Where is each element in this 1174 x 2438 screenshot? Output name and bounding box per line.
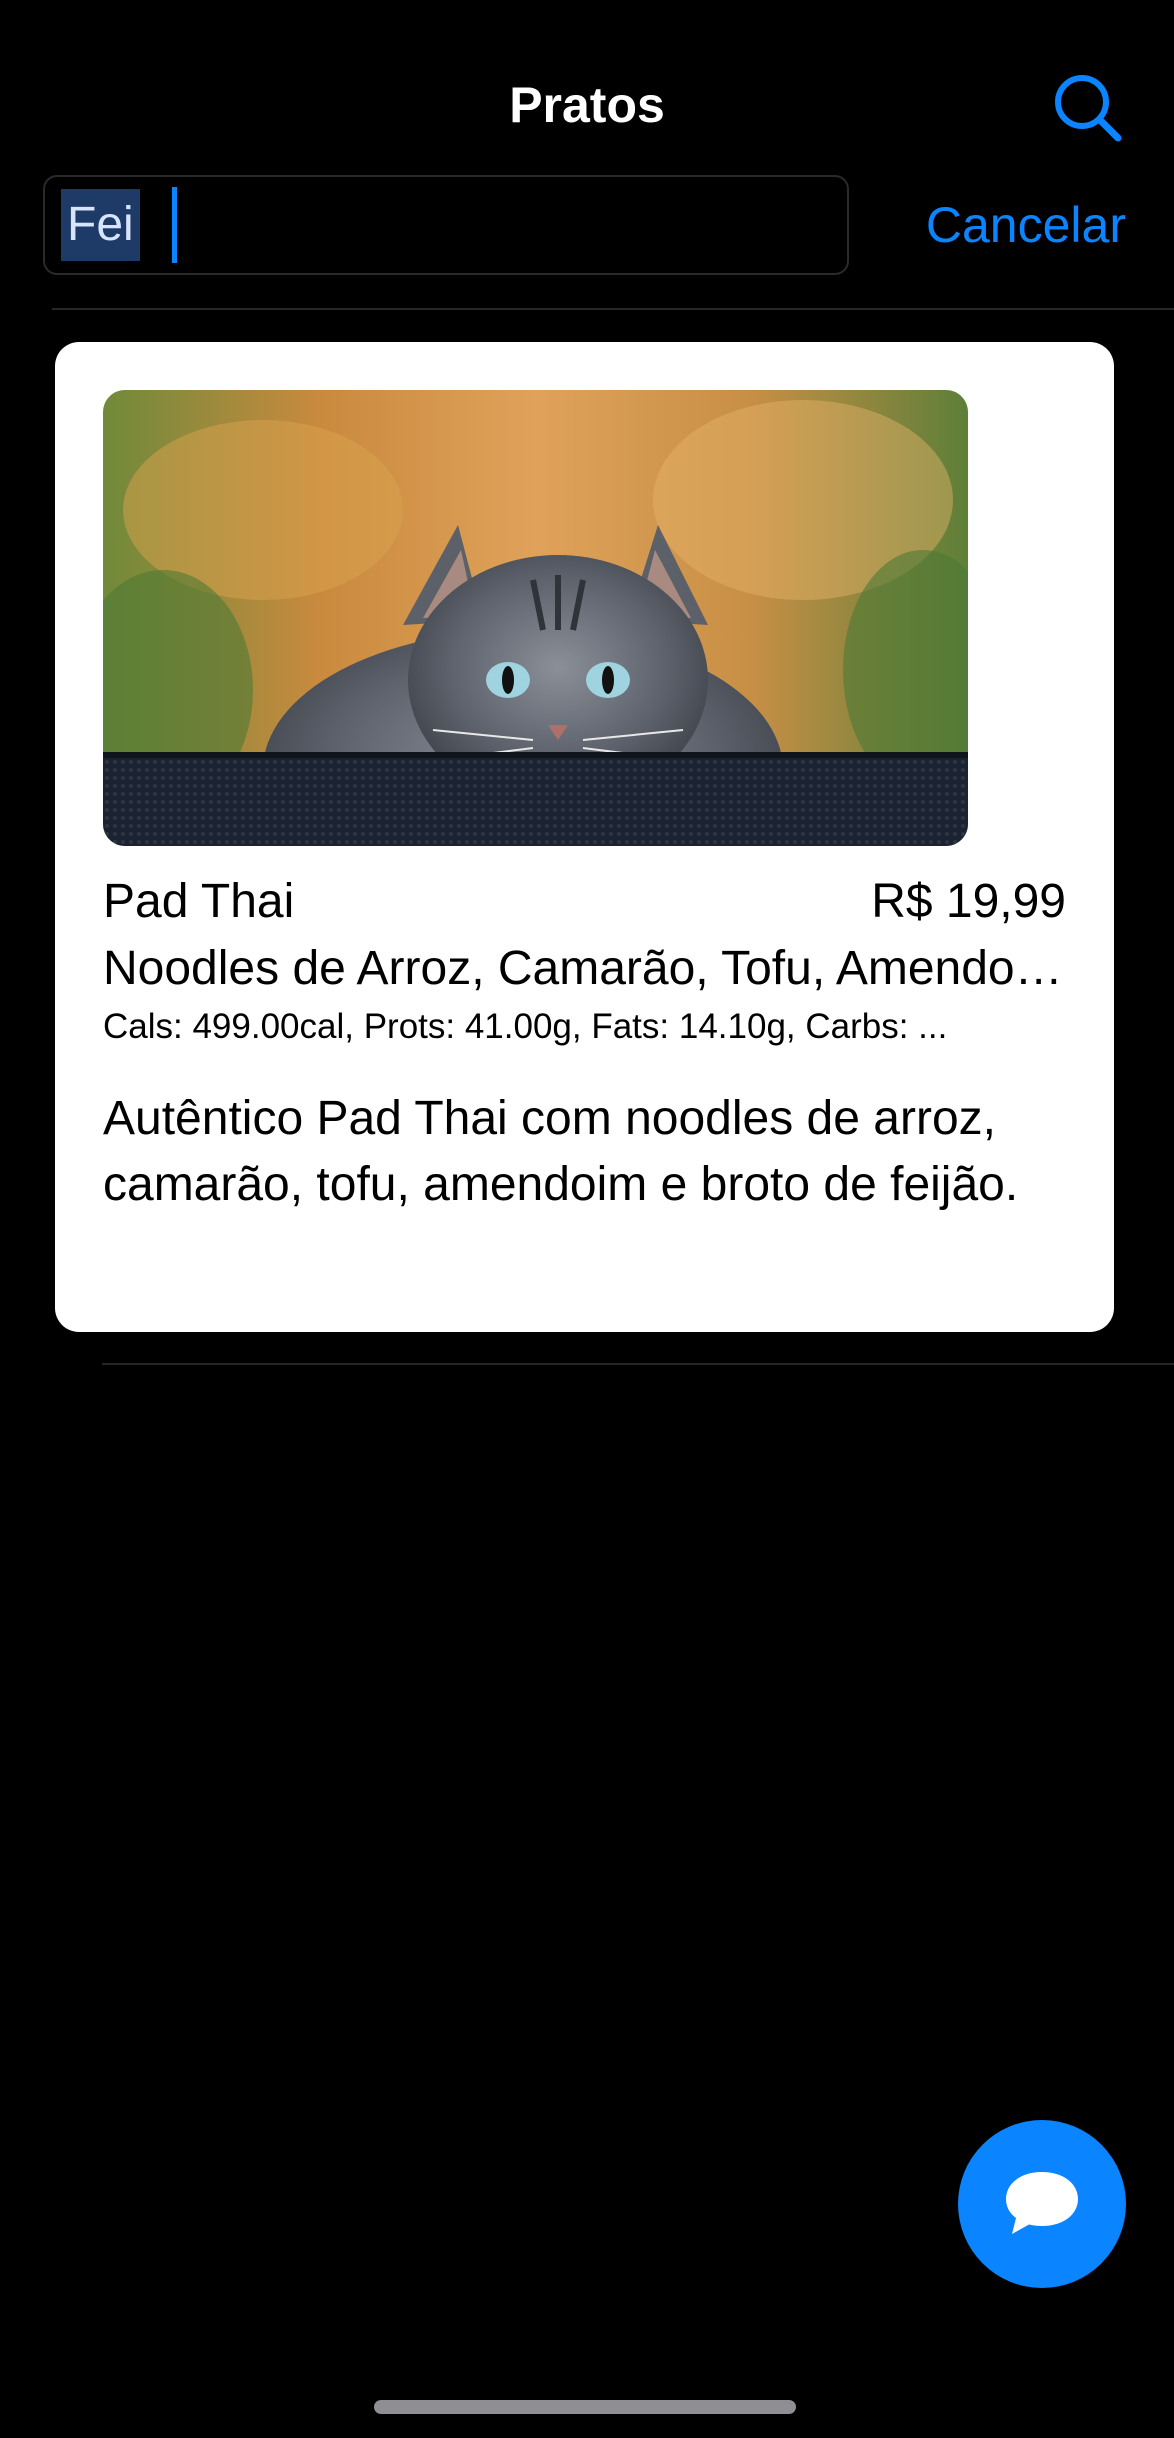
dish-ingredients: Noodles de Arroz, Camarão, Tofu, Amendoi… (103, 942, 1068, 995)
text-caret (172, 187, 177, 263)
search-icon[interactable] (1050, 70, 1130, 150)
home-indicator[interactable] (374, 2400, 796, 2414)
divider (102, 1363, 1174, 1365)
dish-image (103, 390, 968, 846)
dish-description: Autêntico Pad Thai com noodles de arroz,… (103, 1092, 1019, 1211)
chat-button[interactable] (958, 2120, 1126, 2288)
cancel-button[interactable]: Cancelar (926, 190, 1126, 260)
page-title: Pratos (509, 77, 665, 133)
dish-name: Pad Thai (103, 875, 295, 928)
search-input-value: Fei (61, 189, 140, 261)
divider (52, 308, 1174, 310)
dish-card[interactable]: Pad Thai R$ 19,99 Noodles de Arroz, Cama… (55, 342, 1114, 1332)
chat-bubble-icon (1006, 2172, 1078, 2234)
dish-price: R$ 19,99 (871, 875, 1066, 928)
dish-macros: Cals: 499.00cal, Prots: 41.00g, Fats: 14… (103, 1007, 948, 1046)
search-input[interactable]: Fei (43, 175, 849, 275)
